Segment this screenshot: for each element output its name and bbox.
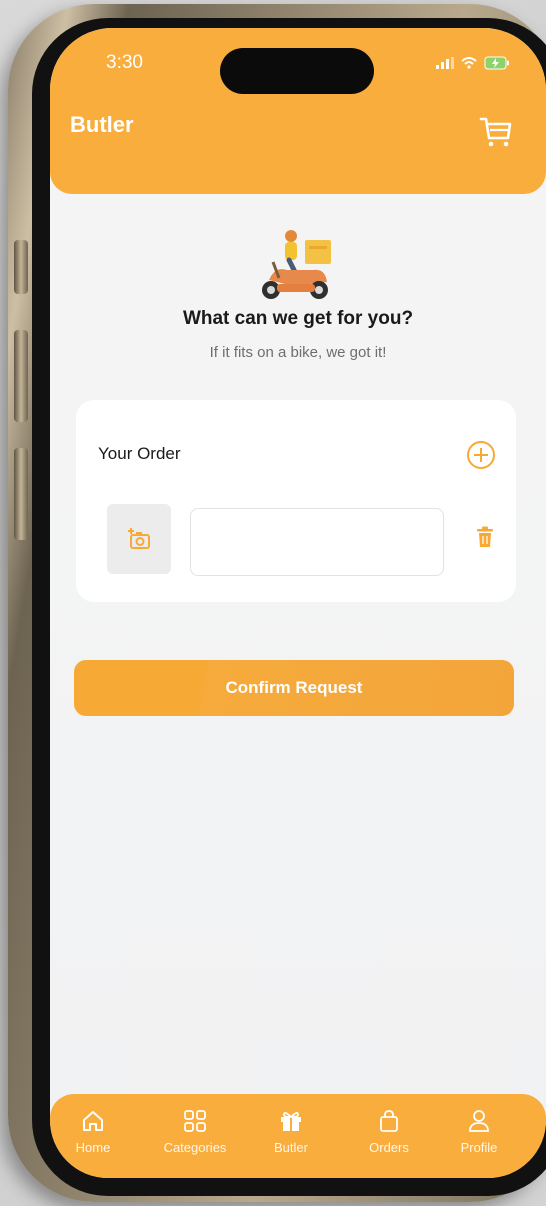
confirm-request-button[interactable]: Confirm Request <box>74 660 514 716</box>
wifi-icon <box>461 57 477 69</box>
mute-switch <box>14 240 28 294</box>
app-header: 3:30 Butler <box>50 28 546 194</box>
add-photo-button[interactable] <box>107 504 171 574</box>
app-screen: 3:30 Butler What can we get for you? If … <box>50 28 546 1178</box>
tab-label: Butler <box>274 1140 308 1155</box>
trash-icon[interactable] <box>476 526 494 548</box>
tab-butler[interactable]: Butler <box>248 1108 334 1155</box>
camera-add-icon <box>128 528 150 549</box>
order-item-input[interactable] <box>190 508 444 576</box>
tab-label: Orders <box>369 1140 409 1155</box>
order-card-title: Your Order <box>98 444 181 463</box>
hero-subtitle: If it fits on a bike, we got it! <box>209 344 387 361</box>
hero-section: What can we get for you? If it fits on a… <box>50 228 546 361</box>
delivery-scooter-icon <box>262 230 331 299</box>
status-icons <box>436 56 510 70</box>
status-time: 3:30 <box>106 52 143 73</box>
tab-label: Categories <box>163 1140 227 1155</box>
bag-icon <box>380 1110 398 1132</box>
signal-icon <box>436 57 454 69</box>
tab-home[interactable]: Home <box>50 1108 136 1155</box>
volume-up-button <box>14 330 28 422</box>
tab-label: Profile <box>460 1140 498 1155</box>
hero-title: What can we get for you? <box>182 308 414 329</box>
home-icon <box>83 1111 103 1131</box>
gift-icon <box>281 1112 301 1131</box>
dynamic-island <box>220 48 374 94</box>
tab-orders[interactable]: Orders <box>346 1108 432 1155</box>
page-title: Butler <box>70 112 134 137</box>
cart-icon[interactable] <box>478 114 514 150</box>
tab-profile[interactable]: Profile <box>436 1108 522 1155</box>
order-card: Your Order <box>76 400 516 602</box>
grid-icon <box>184 1110 206 1132</box>
battery-icon <box>484 56 509 70</box>
add-item-icon[interactable] <box>466 440 496 470</box>
tab-label: Home <box>75 1140 111 1155</box>
bottom-tab-bar: Home Categories Butler Orders Profile <box>50 1094 546 1178</box>
profile-icon <box>469 1110 489 1132</box>
tab-categories[interactable]: Categories <box>152 1108 238 1155</box>
volume-down-button <box>14 448 28 540</box>
